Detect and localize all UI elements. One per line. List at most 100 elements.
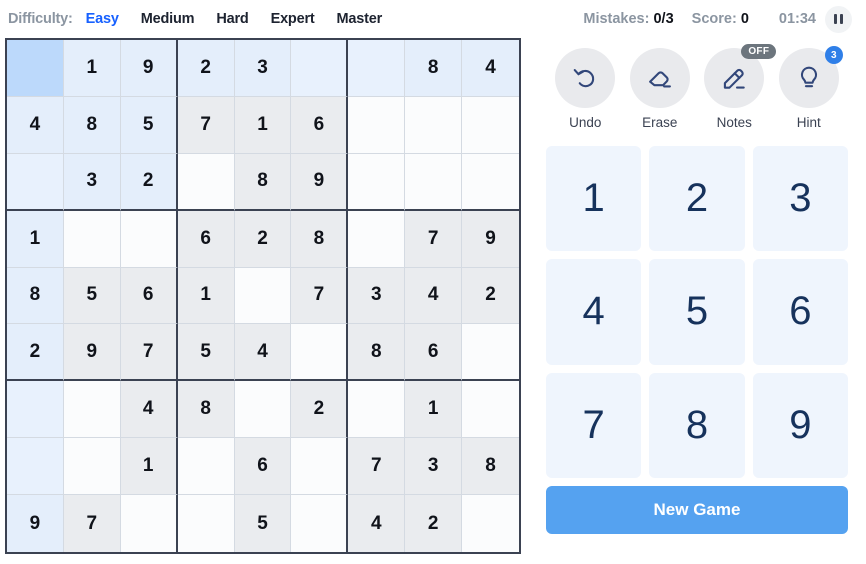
grid-cell-r4c8[interactable]: 7: [405, 210, 463, 268]
grid-cell-r4c9[interactable]: 9: [462, 210, 519, 268]
grid-cell-r6c8[interactable]: 6: [405, 324, 463, 382]
grid-cell-r1c5[interactable]: 3: [234, 40, 292, 97]
grid-cell-r1c4[interactable]: 2: [177, 40, 235, 97]
grid-cell-r4c3[interactable]: [120, 210, 178, 268]
number-pad[interactable]: 123 456 789: [536, 130, 858, 478]
hint-button[interactable]: 3 Hint: [778, 46, 843, 130]
grid-cell-r6c9[interactable]: [462, 324, 519, 382]
erase-button[interactable]: Erase: [629, 48, 690, 130]
grid-cell-r9c8[interactable]: 2: [405, 495, 463, 552]
difficulty-option-medium[interactable]: Medium: [141, 11, 195, 27]
numpad-key-4[interactable]: 4: [546, 259, 642, 365]
grid-cell-r3c7[interactable]: [348, 153, 406, 211]
grid-cell-r6c5[interactable]: 4: [234, 324, 292, 382]
grid-cell-r6c6[interactable]: [291, 324, 349, 382]
grid-cell-r1c8[interactable]: 8: [405, 40, 463, 97]
grid-cell-r8c5[interactable]: 6: [234, 438, 292, 496]
grid-cell-r2c8[interactable]: [405, 96, 463, 154]
grid-cell-r9c7[interactable]: 4: [348, 495, 406, 552]
grid-cell-r5c4[interactable]: 1: [177, 267, 235, 325]
grid-cell-r3c6[interactable]: 9: [291, 153, 349, 211]
grid-cell-r5c9[interactable]: 2: [462, 267, 519, 325]
numpad-key-1[interactable]: 1: [546, 146, 642, 252]
grid-cell-r6c1[interactable]: 2: [7, 324, 64, 382]
grid-cell-r7c3[interactable]: 4: [120, 381, 178, 439]
grid-cell-r4c2[interactable]: [63, 210, 121, 268]
grid-cell-r2c2[interactable]: 8: [63, 96, 121, 154]
grid-cell-r4c5[interactable]: 2: [234, 210, 292, 268]
grid-cell-r8c2[interactable]: [63, 438, 121, 496]
difficulty-option-hard[interactable]: Hard: [216, 11, 248, 27]
sudoku-grid[interactable]: 1923844857163289162879856173422975486482…: [5, 38, 521, 554]
grid-cell-r6c7[interactable]: 8: [348, 324, 406, 382]
grid-cell-r1c2[interactable]: 1: [63, 40, 121, 97]
numpad-key-5[interactable]: 5: [649, 259, 745, 365]
grid-cell-r2c1[interactable]: 4: [7, 96, 64, 154]
grid-cell-r5c6[interactable]: 7: [291, 267, 349, 325]
grid-cell-r8c6[interactable]: [291, 438, 349, 496]
grid-cell-r4c6[interactable]: 8: [291, 210, 349, 268]
grid-cell-r6c2[interactable]: 9: [63, 324, 121, 382]
difficulty-option-easy[interactable]: Easy: [86, 11, 119, 27]
grid-cell-r7c9[interactable]: [462, 381, 519, 439]
grid-cell-r8c7[interactable]: 7: [348, 438, 406, 496]
notes-button[interactable]: OFF Notes: [704, 44, 777, 130]
grid-cell-r2c5[interactable]: 1: [234, 96, 292, 154]
numpad-key-8[interactable]: 8: [649, 372, 745, 478]
new-game-button[interactable]: New Game: [546, 486, 848, 534]
grid-cell-r3c5[interactable]: 8: [234, 153, 292, 211]
grid-cell-r8c8[interactable]: 3: [405, 438, 463, 496]
grid-cell-r9c4[interactable]: [177, 495, 235, 552]
numpad-key-3[interactable]: 3: [752, 146, 848, 252]
grid-cell-r4c1[interactable]: 1: [7, 210, 64, 268]
grid-cell-r2c4[interactable]: 7: [177, 96, 235, 154]
grid-cell-r9c6[interactable]: [291, 495, 349, 552]
grid-cell-r2c3[interactable]: 5: [120, 96, 178, 154]
grid-cell-r7c5[interactable]: [234, 381, 292, 439]
grid-cell-r7c4[interactable]: 8: [177, 381, 235, 439]
grid-cell-r6c3[interactable]: 7: [120, 324, 178, 382]
grid-cell-r8c4[interactable]: [177, 438, 235, 496]
grid-cell-r7c8[interactable]: 1: [405, 381, 463, 439]
grid-cell-r3c3[interactable]: 2: [120, 153, 178, 211]
grid-cell-r3c1[interactable]: [7, 153, 64, 211]
numpad-key-2[interactable]: 2: [649, 146, 745, 252]
numpad-key-9[interactable]: 9: [752, 372, 848, 478]
grid-cell-r9c3[interactable]: [120, 495, 178, 552]
difficulty-option-expert[interactable]: Expert: [271, 11, 315, 27]
grid-cell-r2c9[interactable]: [462, 96, 519, 154]
grid-cell-r3c2[interactable]: 3: [63, 153, 121, 211]
grid-cell-r6c4[interactable]: 5: [177, 324, 235, 382]
grid-cell-r1c3[interactable]: 9: [120, 40, 178, 97]
grid-cell-r2c7[interactable]: [348, 96, 406, 154]
grid-cell-r7c1[interactable]: [7, 381, 64, 439]
grid-cell-r4c7[interactable]: [348, 210, 406, 268]
grid-cell-r7c7[interactable]: [348, 381, 406, 439]
grid-cell-r8c9[interactable]: 8: [462, 438, 519, 496]
undo-button[interactable]: Undo: [555, 48, 616, 130]
grid-cell-r1c7[interactable]: [348, 40, 406, 97]
difficulty-option-master[interactable]: Master: [337, 11, 383, 27]
numpad-key-7[interactable]: 7: [546, 372, 642, 478]
grid-cell-r7c6[interactable]: 2: [291, 381, 349, 439]
grid-cell-r4c4[interactable]: 6: [177, 210, 235, 268]
grid-cell-r3c9[interactable]: [462, 153, 519, 211]
grid-cell-r5c2[interactable]: 5: [63, 267, 121, 325]
grid-cell-r8c3[interactable]: 1: [120, 438, 178, 496]
numpad-key-6[interactable]: 6: [752, 259, 848, 365]
pause-button[interactable]: [825, 5, 852, 33]
grid-cell-r5c7[interactable]: 3: [348, 267, 406, 325]
grid-cell-r7c2[interactable]: [63, 381, 121, 439]
grid-cell-r9c2[interactable]: 7: [63, 495, 121, 552]
grid-cell-r3c8[interactable]: [405, 153, 463, 211]
grid-cell-r5c1[interactable]: 8: [7, 267, 64, 325]
grid-cell-r3c4[interactable]: [177, 153, 235, 211]
grid-cell-r5c5[interactable]: [234, 267, 292, 325]
grid-cell-r5c3[interactable]: 6: [120, 267, 178, 325]
grid-cell-r8c1[interactable]: [7, 438, 64, 496]
grid-cell-r1c6[interactable]: [291, 40, 349, 97]
grid-cell-r9c9[interactable]: [462, 495, 519, 552]
grid-cell-r1c1[interactable]: [7, 40, 64, 97]
grid-cell-r2c6[interactable]: 6: [291, 96, 349, 154]
grid-cell-r9c5[interactable]: 5: [234, 495, 292, 552]
